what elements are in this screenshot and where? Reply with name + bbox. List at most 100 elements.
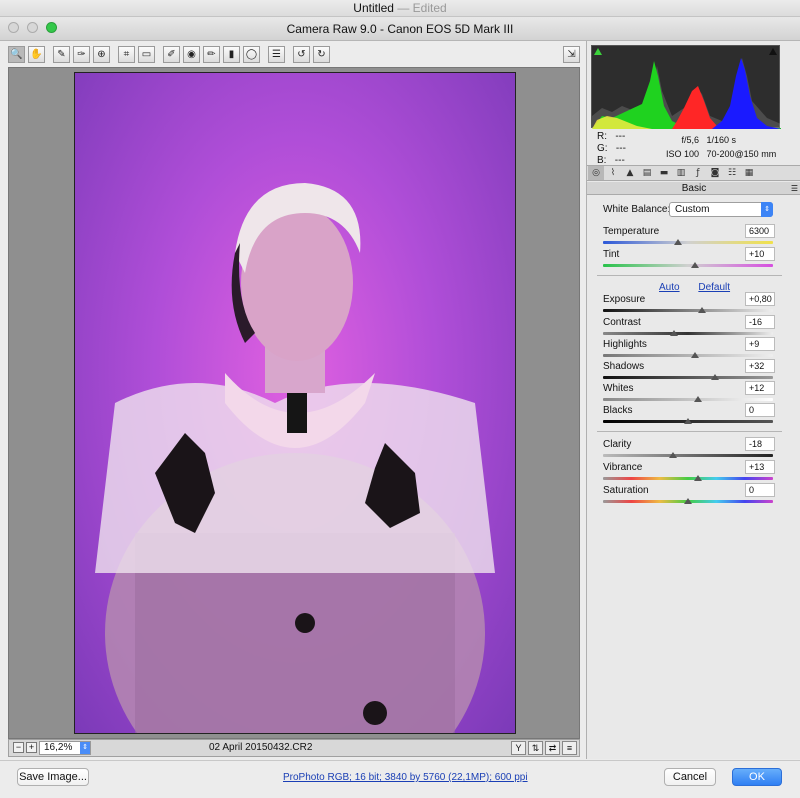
lens-corrections-tab-icon[interactable]: ▥ bbox=[673, 166, 689, 180]
histogram bbox=[591, 45, 781, 129]
clarity-track[interactable] bbox=[603, 454, 773, 457]
saturation-label: Saturation bbox=[603, 485, 649, 496]
white-balance-select[interactable]: Custom ⇕ bbox=[669, 202, 773, 217]
split-toning-tab-icon[interactable]: ▬ bbox=[656, 166, 672, 180]
shadow-clipping-icon[interactable] bbox=[594, 48, 602, 55]
whites-thumb[interactable] bbox=[694, 396, 703, 402]
exposure-field[interactable]: +0,80 bbox=[745, 292, 775, 306]
edited-suffix: — Edited bbox=[397, 1, 447, 15]
tint-track[interactable] bbox=[603, 264, 773, 267]
panel-menu-icon[interactable]: ☰ bbox=[791, 182, 798, 195]
default-link[interactable]: Default bbox=[698, 282, 730, 293]
histogram-graph bbox=[592, 58, 781, 129]
view-options: Y ⇅ ⇄ ≡ bbox=[511, 741, 577, 755]
tool-bar: 🔍 ✋ ✎ ✑ ⊕ ⌗ ▭ ✐ ◉ ✏ ▮ ◯ ☰ ↺ ↻ ⇲ bbox=[8, 46, 580, 68]
zoom-in-button[interactable]: + bbox=[26, 742, 37, 753]
detail-tab-icon[interactable]: ▲ bbox=[622, 166, 638, 180]
close-window-icon[interactable] bbox=[8, 22, 19, 33]
highlights-thumb[interactable] bbox=[690, 352, 699, 358]
hand-icon[interactable]: ✋ bbox=[28, 46, 45, 63]
preview-status-bar: − + 16,2% ⇕ 02 April 20150432.CR2 Y ⇅ ⇄ … bbox=[8, 739, 580, 757]
zoom-out-button[interactable]: − bbox=[13, 742, 24, 753]
graduated-filter-icon[interactable]: ▮ bbox=[223, 46, 240, 63]
cancel-button[interactable]: Cancel bbox=[664, 768, 716, 786]
vibrance-field[interactable]: +13 bbox=[745, 460, 775, 474]
tint-thumb[interactable] bbox=[690, 262, 699, 268]
contrast-thumb[interactable] bbox=[670, 330, 679, 336]
fullscreen-icon[interactable]: ⇲ bbox=[563, 46, 580, 63]
highlight-clipping-icon[interactable] bbox=[769, 48, 777, 55]
saturation-field[interactable]: 0 bbox=[745, 483, 775, 497]
red-eye-icon[interactable]: ◉ bbox=[183, 46, 200, 63]
preferences-icon[interactable]: ☰ bbox=[268, 46, 285, 63]
shutter-speed: 1/160 s bbox=[706, 135, 737, 145]
saturation-thumb[interactable] bbox=[684, 498, 692, 504]
snapshots-tab-icon[interactable]: ▦ bbox=[741, 166, 757, 180]
clarity-thumb[interactable] bbox=[668, 452, 677, 458]
shadows-thumb[interactable] bbox=[711, 374, 720, 380]
contrast-track[interactable] bbox=[603, 332, 773, 335]
portrait-illustration bbox=[95, 183, 495, 733]
document-title: Untitled bbox=[353, 1, 394, 15]
aperture: f/5,6 bbox=[681, 135, 699, 145]
zoom-icon[interactable]: 🔍 bbox=[8, 46, 25, 63]
basic-tab-icon[interactable]: ◎ bbox=[588, 166, 604, 180]
iso: ISO 100 bbox=[665, 149, 699, 159]
image-preview-area[interactable] bbox=[8, 67, 580, 739]
whites-field[interactable]: +12 bbox=[745, 381, 775, 395]
rotate-cw-icon[interactable]: ↻ bbox=[313, 46, 330, 63]
blacks-thumb[interactable] bbox=[684, 418, 692, 424]
color-sampler-icon[interactable]: ✑ bbox=[73, 46, 90, 63]
auto-link[interactable]: Auto bbox=[659, 282, 680, 293]
settings-sliders-icon[interactable]: ≡ bbox=[562, 741, 577, 755]
filter-icon[interactable]: Y bbox=[511, 741, 526, 755]
crop-icon[interactable]: ⌗ bbox=[118, 46, 135, 63]
contrast-field[interactable]: -16 bbox=[745, 315, 775, 329]
temperature-field[interactable]: 6300 bbox=[745, 224, 775, 238]
vibrance-track[interactable] bbox=[603, 477, 773, 480]
temperature-thumb[interactable] bbox=[673, 239, 682, 245]
straighten-icon[interactable]: ▭ bbox=[138, 46, 155, 63]
panel-tabs: ◎ ⌇ ▲ ▤ ▬ ▥ ƒ ◙ ☷ ▦ bbox=[587, 165, 800, 181]
before-after-icon[interactable]: ⇅ bbox=[528, 741, 543, 755]
workflow-options-link[interactable]: ProPhoto RGB; 16 bit; 3840 by 5760 (22,1… bbox=[283, 772, 528, 783]
document-titlebar: Untitled — Edited bbox=[0, 0, 800, 17]
swap-icon[interactable]: ⇄ bbox=[545, 741, 560, 755]
blacks-slider-row: Blacks 0 bbox=[603, 403, 775, 427]
hsl-tab-icon[interactable]: ▤ bbox=[639, 166, 655, 180]
shadows-field[interactable]: +32 bbox=[745, 359, 775, 373]
tint-label: Tint bbox=[603, 249, 620, 260]
exposure-track[interactable] bbox=[603, 309, 773, 312]
highlights-field[interactable]: +9 bbox=[745, 337, 775, 351]
presets-tab-icon[interactable]: ☷ bbox=[724, 166, 740, 180]
zoom-level-select[interactable]: 16,2% ⇕ bbox=[39, 741, 91, 755]
tint-field[interactable]: +10 bbox=[745, 247, 775, 261]
zoom-window-icon[interactable] bbox=[46, 22, 57, 33]
r-value: --- bbox=[615, 131, 626, 142]
shadows-track[interactable] bbox=[603, 376, 773, 379]
temperature-track[interactable] bbox=[603, 241, 773, 244]
preview-photo bbox=[74, 72, 516, 734]
radial-filter-icon[interactable]: ◯ bbox=[243, 46, 260, 63]
tone-curve-tab-icon[interactable]: ⌇ bbox=[605, 166, 621, 180]
white-balance-row: White Balance: Custom ⇕ bbox=[603, 202, 793, 217]
camera-calibration-tab-icon[interactable]: ◙ bbox=[707, 166, 723, 180]
spot-removal-icon[interactable]: ✐ bbox=[163, 46, 180, 63]
minimize-window-icon[interactable] bbox=[27, 22, 38, 33]
adjustment-brush-icon[interactable]: ✏ bbox=[203, 46, 220, 63]
clarity-field[interactable]: -18 bbox=[745, 437, 775, 451]
whites-track[interactable] bbox=[603, 398, 773, 401]
effects-tab-icon[interactable]: ƒ bbox=[690, 166, 706, 180]
vibrance-thumb[interactable] bbox=[694, 475, 703, 481]
rotate-ccw-icon[interactable]: ↺ bbox=[293, 46, 310, 63]
targeted-adjust-icon[interactable]: ⊕ bbox=[93, 46, 110, 63]
save-image-button[interactable]: Save Image... bbox=[17, 768, 89, 786]
exposure-thumb[interactable] bbox=[697, 307, 706, 313]
dialog-footer: Save Image... ProPhoto RGB; 16 bit; 3840… bbox=[0, 760, 800, 798]
highlights-track[interactable] bbox=[603, 354, 773, 357]
zoom-level-value: 16,2% bbox=[44, 742, 73, 753]
ok-button[interactable]: OK bbox=[732, 768, 782, 786]
exposure-slider-row: Exposure +0,80 bbox=[603, 292, 775, 316]
eyedropper-icon[interactable]: ✎ bbox=[53, 46, 70, 63]
blacks-field[interactable]: 0 bbox=[745, 403, 775, 417]
